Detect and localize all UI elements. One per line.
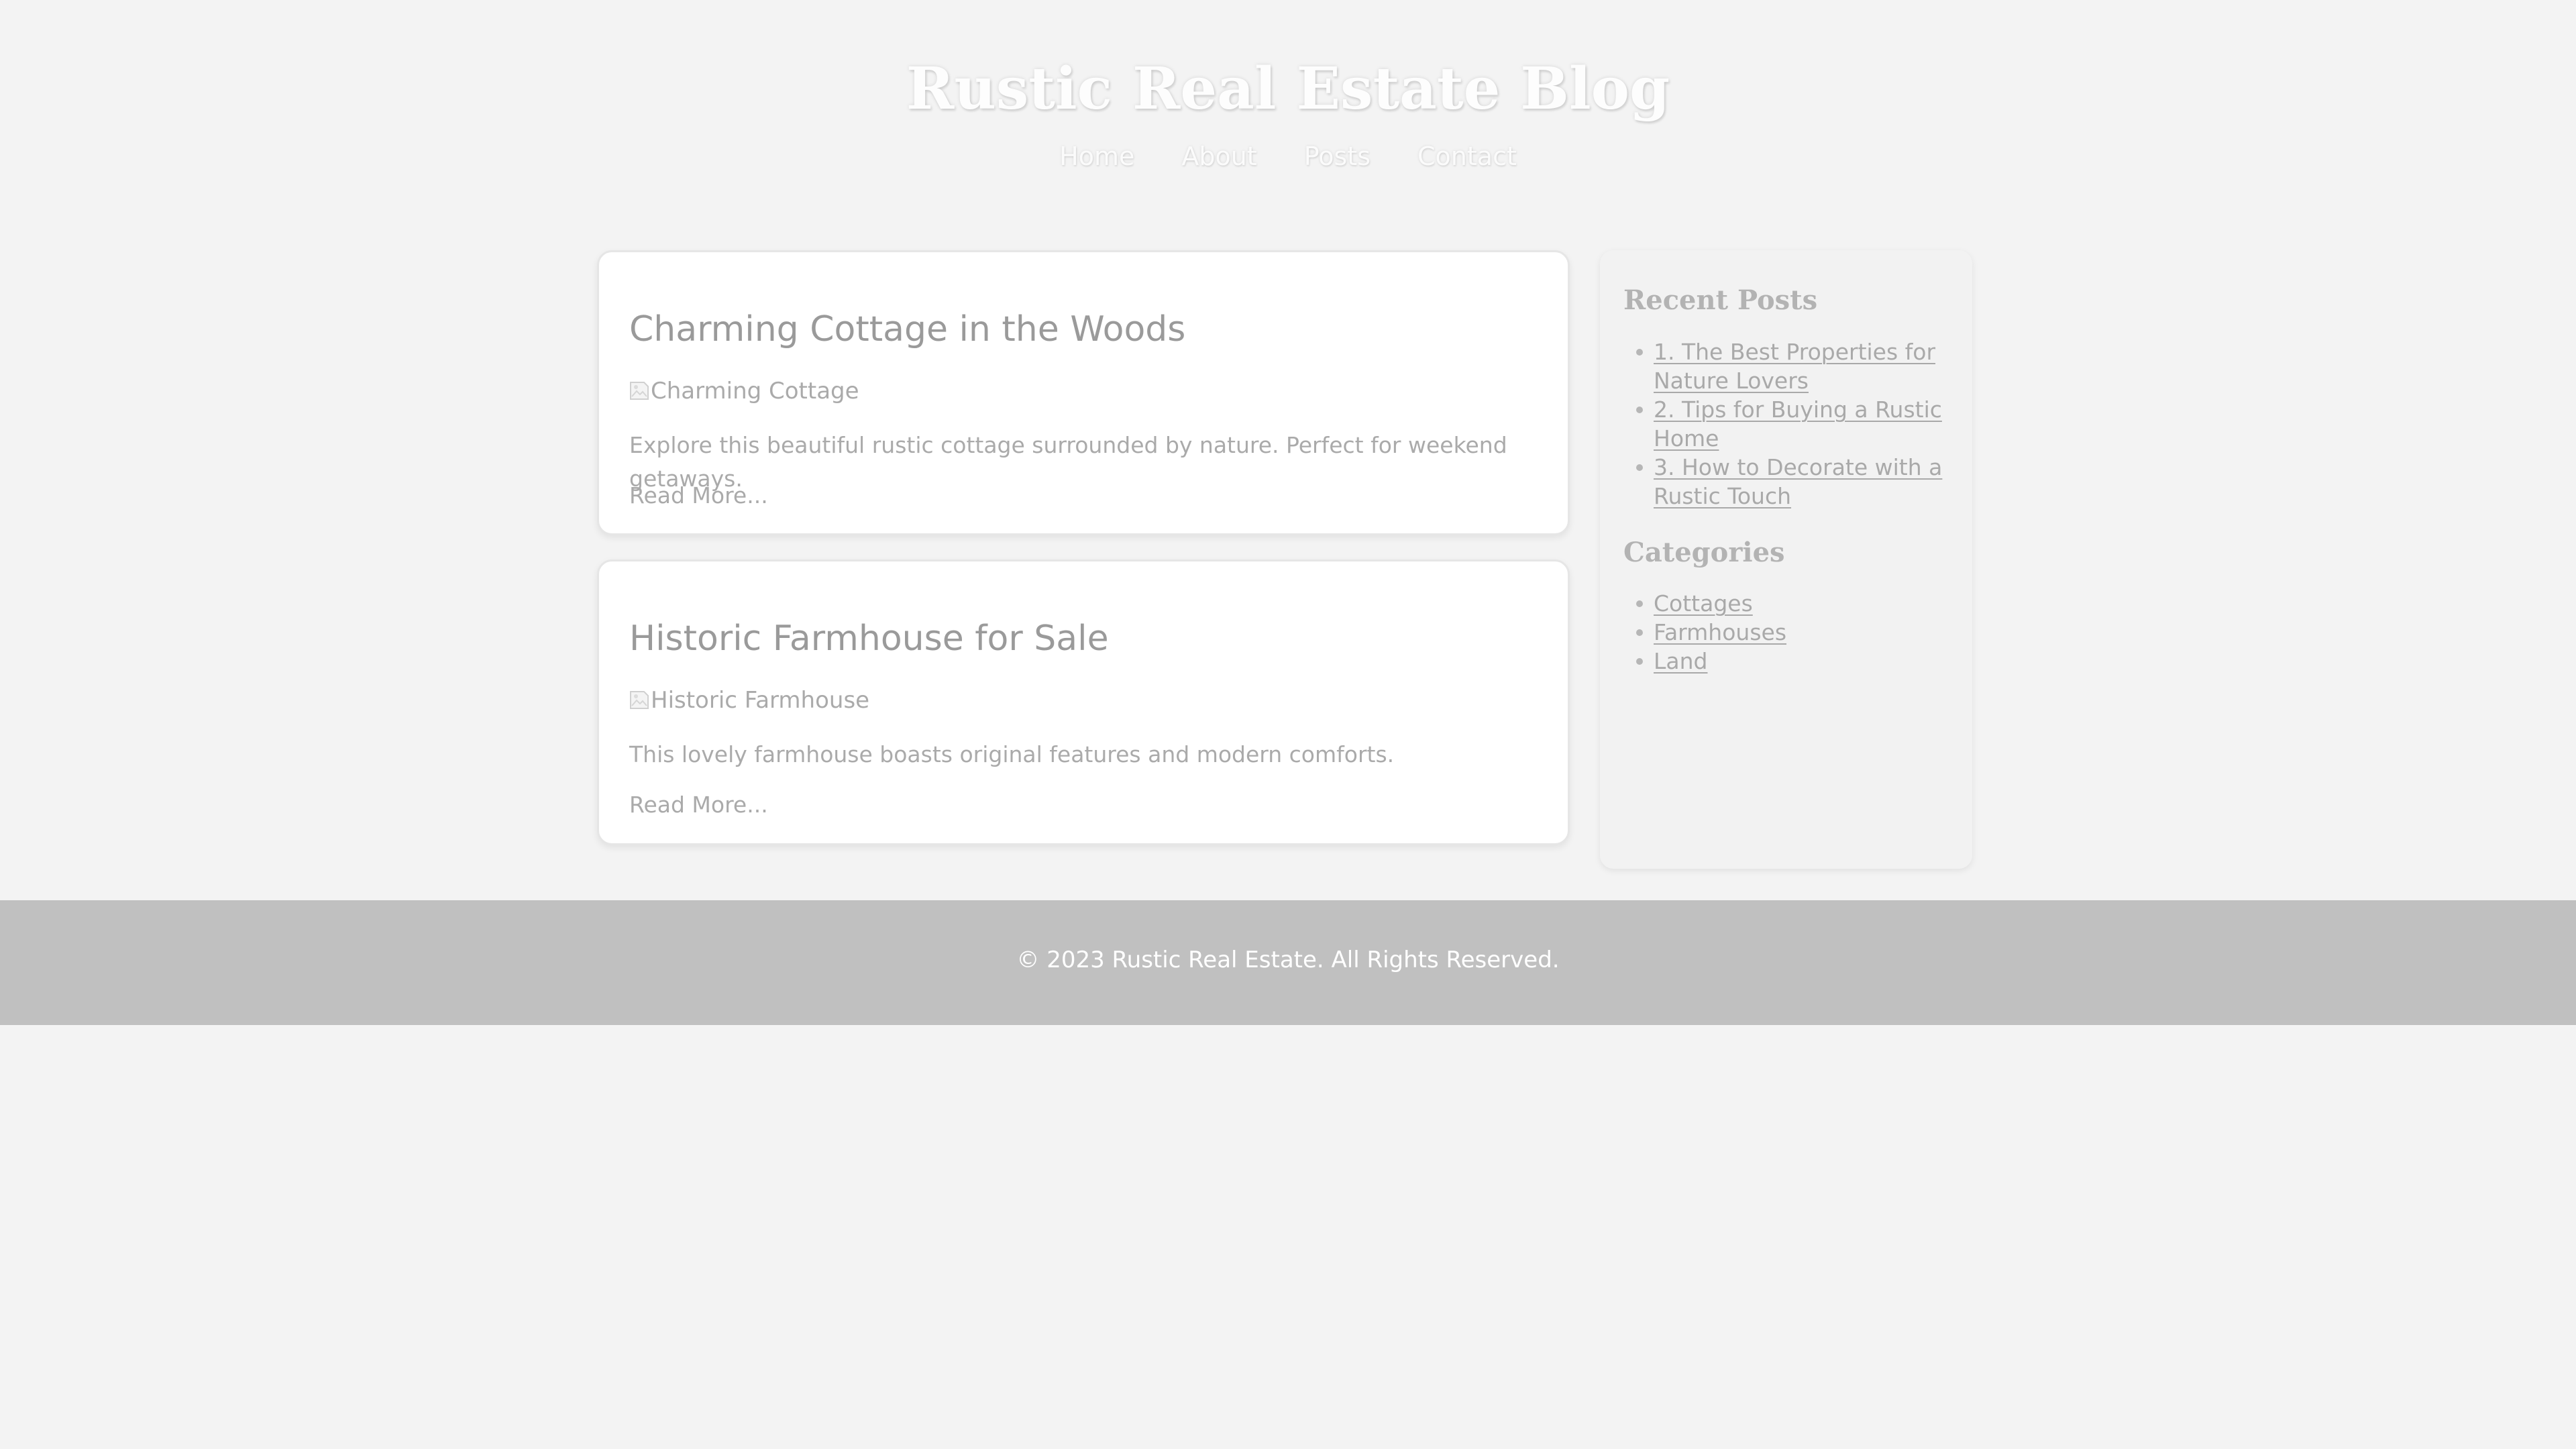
recent-post-item: 2. Tips for Buying a Rustic Home [1636, 395, 1959, 453]
post-image-alt: Historic Farmhouse [651, 687, 870, 714]
main-nav: Home About Posts Contact [0, 138, 2576, 175]
category-item: Land [1636, 647, 1959, 676]
post-excerpt: Explore this beautiful rustic cottage su… [629, 432, 1507, 492]
category-item: Cottages [1636, 589, 1959, 618]
post-title[interactable]: Charming Cottage in the Woods [629, 306, 1185, 353]
post-title[interactable]: Historic Farmhouse for Sale [629, 615, 1109, 662]
site-footer: © 2023 Rustic Real Estate. All Rights Re… [0, 900, 2576, 1025]
read-more-link[interactable]: Read More... [629, 479, 768, 513]
post-image: Historic Farmhouse [629, 684, 869, 717]
categories-list: Cottages Farmhouses Land [1636, 589, 1959, 676]
footer-copyright: © 2023 Rustic Real Estate. All Rights Re… [1016, 947, 1560, 973]
read-more-link[interactable]: Read More... [629, 788, 768, 822]
nav-contact[interactable]: Contact [1417, 138, 1517, 175]
nav-posts[interactable]: Posts [1304, 138, 1371, 175]
post-card: Historic Farmhouse for Sale Historic Far… [597, 559, 1570, 845]
recent-posts-heading: Recent Posts [1623, 284, 1818, 316]
category-link[interactable]: Cottages [1654, 590, 1753, 616]
recent-post-item: 1. The Best Properties for Nature Lovers [1636, 337, 1959, 395]
broken-image-icon [629, 380, 649, 402]
recent-posts-list: 1. The Best Properties for Nature Lovers… [1636, 337, 1959, 511]
recent-post-item: 3. How to Decorate with a Rustic Touch [1636, 453, 1959, 511]
recent-post-link[interactable]: 1. The Best Properties for Nature Lovers [1654, 339, 1935, 394]
post-image: Charming Cottage [629, 374, 859, 408]
post-card: Charming Cottage in the Woods Charming C… [597, 250, 1570, 535]
post-image-alt: Charming Cottage [651, 378, 859, 405]
category-item: Farmhouses [1636, 618, 1959, 647]
broken-image-icon [629, 690, 649, 711]
category-link[interactable]: Land [1654, 648, 1707, 674]
category-link[interactable]: Farmhouses [1654, 619, 1786, 645]
post-excerpt: This lovely farmhouse boasts original fe… [629, 741, 1395, 767]
recent-post-link[interactable]: 3. How to Decorate with a Rustic Touch [1654, 454, 1942, 509]
nav-about[interactable]: About [1181, 138, 1256, 175]
site-title: Rustic Real Estate Blog [906, 55, 1670, 123]
nav-home[interactable]: Home [1059, 138, 1134, 175]
categories-heading: Categories [1623, 537, 1785, 568]
recent-post-link[interactable]: 2. Tips for Buying a Rustic Home [1654, 396, 1942, 451]
sidebar: Recent Posts 1. The Best Properties for … [1600, 250, 1972, 869]
